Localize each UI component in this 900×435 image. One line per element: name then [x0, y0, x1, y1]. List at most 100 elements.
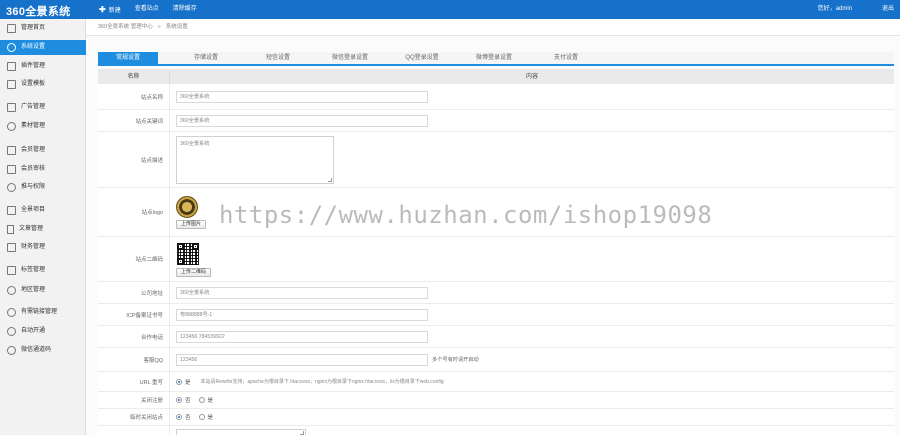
new-button[interactable]: ✚ 新建: [92, 0, 128, 19]
share-icon: [7, 183, 16, 192]
sidebar-item-finance[interactable]: 财务管理: [0, 240, 86, 255]
company-addr-input[interactable]: 360全景系统: [176, 286, 428, 299]
upload-logo-button[interactable]: 上传图片: [176, 219, 207, 229]
field-label: 客服QQ: [98, 348, 170, 371]
logout-link[interactable]: 退出: [882, 0, 894, 19]
field-label: ICP备案证书号: [98, 304, 170, 325]
top-nav: ✚ 新建 查看站点 清除缓存: [92, 0, 204, 19]
audit-icon: [7, 165, 16, 174]
tab-weibo-login[interactable]: 微博登录设置: [458, 52, 530, 64]
user-greeting[interactable]: 您好，admin: [818, 0, 852, 19]
form-row-icp: ICP备案证书号 粤888888号-1: [98, 304, 894, 326]
clear-cache-link[interactable]: 清除缓存: [166, 0, 204, 19]
form-row-site-keywords: 站点关键词 360全景系统: [98, 110, 894, 132]
home-icon: [7, 24, 16, 33]
table-header: 名称 内容: [98, 70, 894, 84]
partial-textarea[interactable]: [176, 429, 306, 435]
sidebar-item-wechat[interactable]: 微信通道码: [0, 343, 86, 358]
breadcrumb-current: 系统设置: [165, 24, 188, 30]
column-name-header: 名称: [98, 70, 170, 84]
form-row-site-desc: 站点描述 360全景系统: [98, 132, 894, 188]
tab-wechat-login[interactable]: 微信登录设置: [314, 52, 386, 64]
app-logo[interactable]: 360全景系统: [6, 3, 70, 19]
close-reg-no-radio[interactable]: 否: [176, 396, 191, 404]
form-row-partial: [98, 426, 894, 435]
globe-icon: [7, 286, 16, 295]
sidebar-item-system-settings[interactable]: 系统设置: [0, 40, 91, 55]
sidebar-item-projects[interactable]: 全景项目: [0, 203, 86, 218]
radio-dot: [198, 397, 205, 403]
site-desc-textarea[interactable]: 360全景系统: [176, 135, 334, 184]
plus-icon: ✚: [99, 5, 106, 14]
form-row-phone: 合作电话 123456 784539922: [98, 326, 894, 348]
close-reg-yes-radio[interactable]: 是: [198, 396, 213, 404]
sidebar: 管理首页 系统设置 插件管理 设置模板 广告管理 素材管理 会员管理 会员审核 …: [0, 19, 91, 435]
sidebar-item-templates[interactable]: 设置模板: [0, 77, 86, 92]
site-keywords-input[interactable]: 360全景系统: [176, 114, 428, 127]
tag-icon: [7, 266, 16, 275]
breadcrumb-separator: »: [157, 24, 161, 30]
sidebar-item-auto-open[interactable]: 自动开通: [0, 324, 86, 339]
field-label: 关闭注册: [98, 392, 170, 408]
sidebar-item-links[interactable]: 有需链接管理: [0, 305, 86, 320]
sidebar-item-permissions[interactable]: 推与权限: [0, 180, 86, 195]
sidebar-item-regions[interactable]: 地区管理: [0, 283, 86, 298]
field-label: 站点二维码: [98, 237, 170, 281]
radio-dot: [176, 397, 182, 403]
form-row-close-reg: 关闭注册 否 是: [98, 392, 894, 409]
form-row-company-addr: 公司地址 360全景系统: [98, 282, 894, 304]
radio-dot: [198, 414, 205, 420]
top-bar: 360全景系统 ✚ 新建 查看站点 清除缓存 您好，admin 退出: [0, 0, 900, 19]
field-label: 站点名称: [98, 84, 170, 109]
watermark-text: https://www.huzhan.com/ishop19098: [219, 201, 713, 229]
tab-general[interactable]: 常规设置: [98, 52, 158, 64]
field-label: 站点描述: [98, 132, 170, 187]
phone-input[interactable]: 123456 784539922: [176, 330, 428, 343]
auto-icon: [7, 327, 16, 336]
sidebar-item-tags[interactable]: 标签管理: [0, 263, 86, 278]
ad-icon: [7, 103, 16, 112]
site-name-input[interactable]: 360全景系统: [176, 90, 428, 103]
column-content-header: 内容: [525, 74, 538, 80]
field-label: 临时关闭站点: [98, 409, 170, 425]
icp-input[interactable]: 粤888888号-1: [176, 308, 428, 321]
grid-icon: [7, 206, 16, 215]
close-site-no-radio[interactable]: 否: [176, 413, 191, 421]
tab-payment[interactable]: 支付设置: [530, 52, 602, 64]
template-icon: [7, 80, 16, 89]
field-label: URL 重写: [98, 372, 170, 391]
field-label: 站点关键词: [98, 110, 170, 131]
breadcrumb: 360全景系统 管理中心 » 系统设置: [86, 19, 900, 36]
wechat-icon: [7, 346, 16, 355]
sidebar-item-ads[interactable]: 广告管理: [0, 100, 86, 115]
tab-sms[interactable]: 短信设置: [242, 52, 314, 64]
form-row-site-qrcode: 站点二维码 上传二维码: [98, 237, 894, 282]
form-row-url-rewrite: URL 重写 是 本站请Rewrite支持，apache为根目录下.htacce…: [98, 372, 894, 392]
tab-qq-login[interactable]: QQ登录设置: [386, 52, 458, 64]
upload-qrcode-button[interactable]: 上传二维码: [176, 267, 212, 277]
doc-icon: [7, 225, 14, 234]
view-site-link[interactable]: 查看站点: [128, 0, 166, 19]
link2-icon: [7, 308, 16, 317]
close-site-yes-radio[interactable]: 是: [198, 413, 213, 421]
field-label: 站点logo: [98, 188, 170, 236]
field-label: 合作电话: [98, 326, 170, 347]
qq-input[interactable]: 123456: [176, 353, 428, 366]
qq-suffix-note: 多个号有时请开启动: [432, 357, 479, 363]
sidebar-item-home[interactable]: 管理首页: [0, 21, 86, 36]
sidebar-item-plugins[interactable]: 插件管理: [0, 59, 86, 74]
link-icon: [7, 122, 16, 131]
form-row-site-name: 站点名称 360全景系统: [98, 84, 894, 110]
finance-icon: [7, 243, 16, 252]
sidebar-item-members[interactable]: 会员管理: [0, 143, 86, 158]
url-rewrite-yes-radio[interactable]: 是: [176, 378, 191, 386]
breadcrumb-root[interactable]: 360全景系统 管理中心: [98, 24, 153, 30]
form-row-close-site: 临时关闭站点 否 是: [98, 409, 894, 426]
sidebar-item-materials[interactable]: 素材管理: [0, 119, 86, 134]
tab-storage[interactable]: 存储设置: [170, 52, 242, 64]
qrcode-image: [176, 241, 200, 266]
sidebar-item-articles[interactable]: 文章管理: [0, 222, 86, 237]
url-rewrite-hint: 本站请Rewrite支持，apache为根目录下.htaccess，nginx为…: [200, 379, 444, 385]
sidebar-item-member-audit[interactable]: 会员审核: [0, 162, 86, 177]
plugin-icon: [7, 62, 16, 71]
